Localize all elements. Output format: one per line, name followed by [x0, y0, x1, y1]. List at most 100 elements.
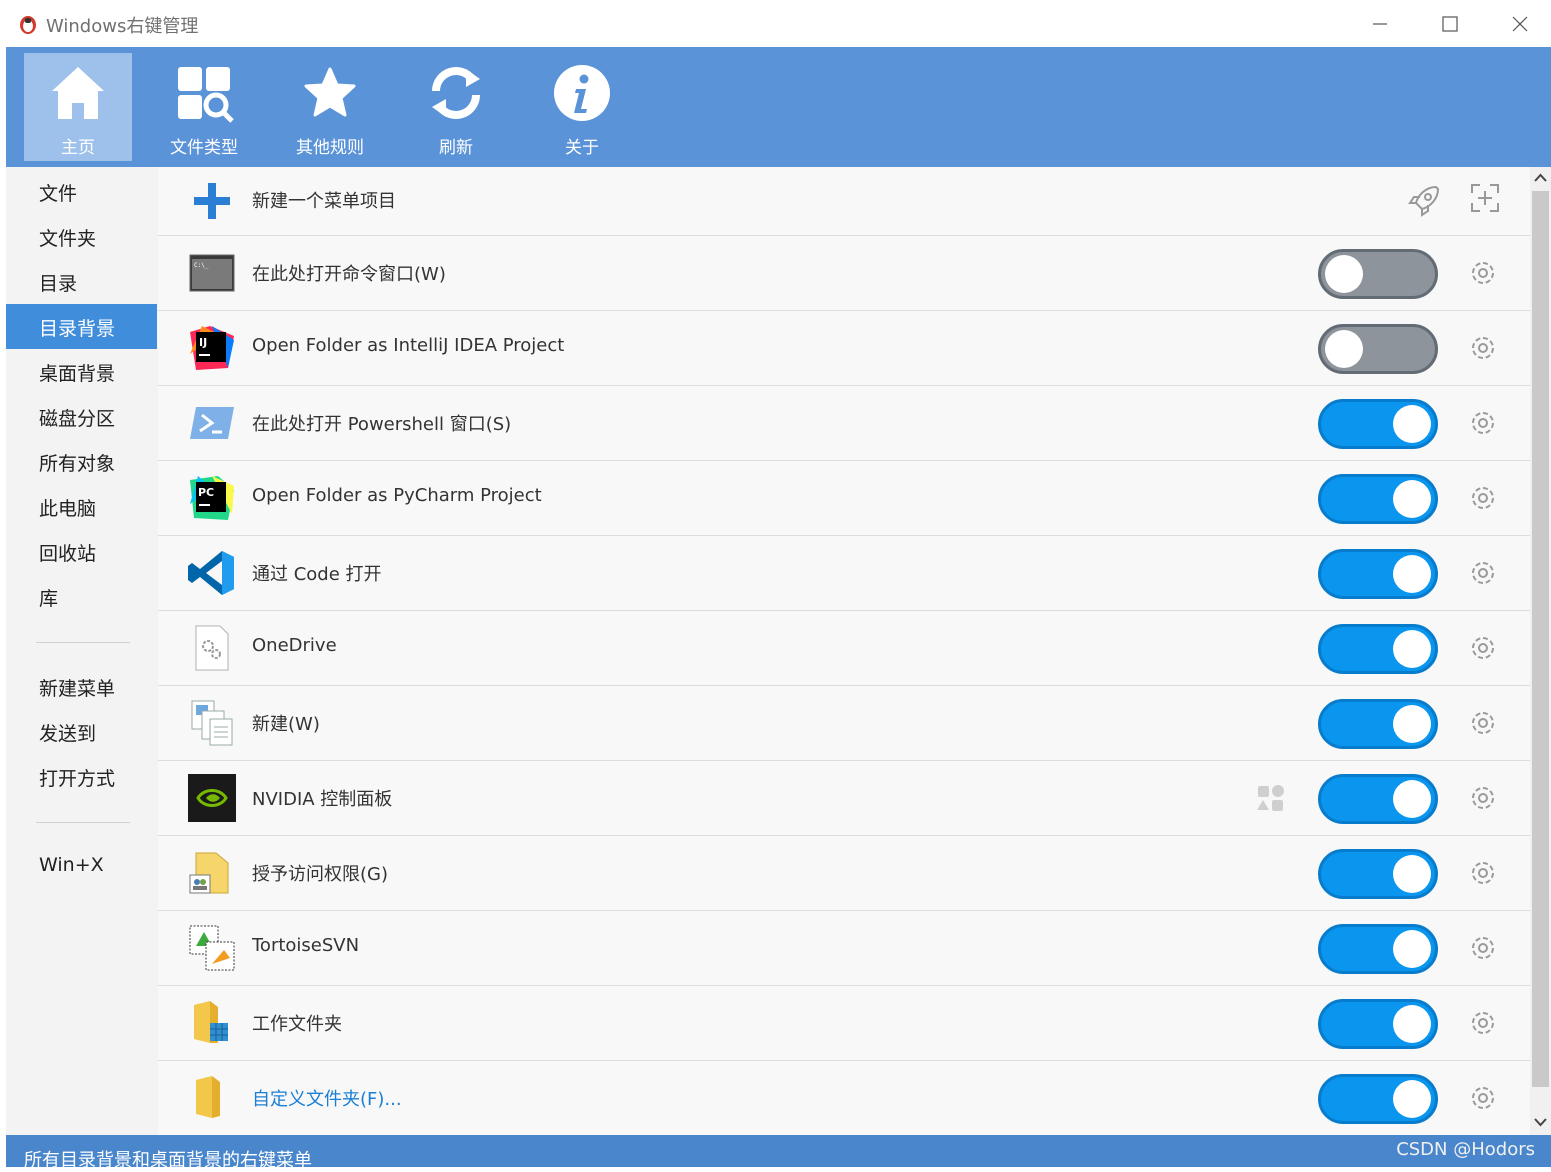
sidebar-item-drive[interactable]: 磁盘分区 [6, 394, 157, 439]
new-item-row[interactable]: 新建一个菜单项目 [158, 167, 1530, 236]
enable-toggle[interactable] [1318, 624, 1438, 674]
sidebar-item-label: 文件 [39, 183, 78, 205]
work-folders-icon [194, 1001, 228, 1043]
gear-icon[interactable] [1468, 483, 1498, 513]
gear-icon[interactable] [1468, 633, 1498, 663]
sidebar-item-label: 所有对象 [39, 453, 116, 475]
menu-item-row[interactable]: 授予访问权限(G) [158, 836, 1530, 911]
menu-item-row[interactable]: 自定义文件夹(F)... [158, 1061, 1530, 1136]
sidebar-item-this-pc[interactable]: 此电脑 [6, 484, 157, 529]
menu-item-label: 在此处打开 Powershell 窗口(S) [252, 414, 512, 435]
menu-item-row[interactable]: TortoiseSVN [158, 911, 1530, 986]
scroll-up-icon[interactable] [1534, 173, 1547, 183]
toolbar-home-button[interactable]: 主页 [24, 53, 132, 161]
info-icon [554, 65, 610, 121]
menu-item-label: 在此处打开命令窗口(W) [252, 264, 446, 285]
toolbar-about-button[interactable]: 关于 [528, 53, 636, 161]
menu-item-row[interactable]: C:\_ 在此处打开命令窗口(W) [158, 236, 1530, 311]
cmd-icon: C:\_ [189, 254, 235, 292]
sidebar: 文件 文件夹 目录 目录背景 桌面背景 磁盘分区 所有对象 此电脑 回收站 库 … [6, 167, 158, 1135]
add-circle-icon[interactable] [1468, 181, 1502, 215]
sidebar-item-label: Win+X [39, 854, 104, 876]
menu-item-label: 授予访问权限(G) [252, 864, 388, 885]
sidebar-item-label: 库 [39, 588, 59, 610]
menu-item-label: 工作文件夹 [252, 1014, 342, 1035]
gear-icon[interactable] [1468, 783, 1498, 813]
intellij-icon: IJ [190, 326, 234, 370]
toggle-knob [1393, 555, 1431, 593]
pycharm-icon: PC [190, 476, 234, 520]
rocket-icon[interactable] [1406, 183, 1442, 219]
sidebar-item-library[interactable]: 库 [6, 574, 157, 619]
gear-icon[interactable] [1468, 258, 1498, 288]
sidebar-item-win-x[interactable]: Win+X [6, 844, 157, 889]
close-icon[interactable] [1508, 12, 1532, 36]
sidebar-item-label: 此电脑 [39, 498, 97, 520]
sidebar-item-open-with[interactable]: 打开方式 [6, 754, 157, 799]
sidebar-item-label: 文件夹 [39, 228, 97, 250]
sidebar-item-directory-background[interactable]: 目录背景 [6, 304, 157, 349]
enable-toggle[interactable] [1318, 924, 1438, 974]
menu-item-label: 通过 Code 打开 [252, 564, 382, 585]
menu-item-row[interactable]: NVIDIA 控制面板 [158, 761, 1530, 836]
sidebar-item-desktop-background[interactable]: 桌面背景 [6, 349, 157, 394]
onedrive-file-icon [195, 625, 229, 671]
toolbar-file-types-button[interactable]: 文件类型 [150, 53, 258, 161]
menu-item-row[interactable]: IJ Open Folder as IntelliJ IDEA Project [158, 311, 1530, 386]
enable-toggle[interactable] [1318, 699, 1438, 749]
share-access-icon [189, 852, 229, 894]
enable-toggle[interactable] [1318, 399, 1438, 449]
sidebar-item-recycle-bin[interactable]: 回收站 [6, 529, 157, 574]
menu-item-row[interactable]: 工作文件夹 [158, 986, 1530, 1061]
sidebar-item-file[interactable]: 文件 [6, 169, 157, 214]
svg-text:C:\_: C:\_ [194, 262, 209, 269]
menu-item-label: Open Folder as IntelliJ IDEA Project [252, 335, 565, 356]
menu-item-row[interactable]: 在此处打开 Powershell 窗口(S) [158, 386, 1530, 461]
refresh-icon [432, 67, 480, 119]
scroll-down-icon[interactable] [1534, 1117, 1547, 1127]
gear-icon[interactable] [1468, 1008, 1498, 1038]
menu-item-row[interactable]: 新建(W) [158, 686, 1530, 761]
sidebar-item-label: 打开方式 [39, 768, 116, 790]
gear-icon[interactable] [1468, 858, 1498, 888]
gear-icon[interactable] [1468, 333, 1498, 363]
scroll-thumb[interactable] [1532, 191, 1549, 1087]
toolbar-other-rules-button[interactable]: 其他规则 [276, 53, 384, 161]
menu-item-row[interactable]: 通过 Code 打开 [158, 536, 1530, 611]
toggle-knob [1393, 405, 1431, 443]
enable-toggle[interactable] [1318, 999, 1438, 1049]
gear-icon[interactable] [1468, 708, 1498, 738]
minimize-icon[interactable] [1368, 12, 1392, 36]
sidebar-item-all-objects[interactable]: 所有对象 [6, 439, 157, 484]
file-types-icon [178, 67, 234, 123]
menu-item-row[interactable]: OneDrive [158, 611, 1530, 686]
gear-icon[interactable] [1468, 408, 1498, 438]
maximize-icon[interactable] [1438, 12, 1462, 36]
toggle-knob [1325, 255, 1363, 293]
vertical-scrollbar[interactable] [1530, 167, 1551, 1135]
enable-toggle[interactable] [1318, 249, 1438, 299]
sidebar-item-label: 目录背景 [39, 318, 116, 340]
enable-toggle[interactable] [1318, 549, 1438, 599]
gear-icon[interactable] [1468, 1083, 1498, 1113]
sidebar-item-send-to[interactable]: 发送到 [6, 709, 157, 754]
gear-icon[interactable] [1468, 558, 1498, 588]
menu-item-row[interactable]: PC Open Folder as PyCharm Project [158, 461, 1530, 536]
sidebar-item-new-menu[interactable]: 新建菜单 [6, 664, 157, 709]
enable-toggle[interactable] [1318, 474, 1438, 524]
home-icon [52, 67, 104, 119]
svg-text:IJ: IJ [199, 336, 207, 349]
enable-toggle[interactable] [1318, 774, 1438, 824]
sidebar-item-folder[interactable]: 文件夹 [6, 214, 157, 259]
toggle-knob [1393, 855, 1431, 893]
toggle-knob [1393, 780, 1431, 818]
shell-extension-icon [1257, 785, 1284, 811]
toolbar-refresh-button[interactable]: 刷新 [402, 53, 510, 161]
new-item-label: 新建一个菜单项目 [252, 191, 396, 212]
enable-toggle[interactable] [1318, 1074, 1438, 1124]
enable-toggle[interactable] [1318, 324, 1438, 374]
sidebar-item-directory[interactable]: 目录 [6, 259, 157, 304]
main-toolbar: 主页 文件类型 其他规则 刷新 关于 [6, 47, 1551, 167]
gear-icon[interactable] [1468, 933, 1498, 963]
enable-toggle[interactable] [1318, 849, 1438, 899]
